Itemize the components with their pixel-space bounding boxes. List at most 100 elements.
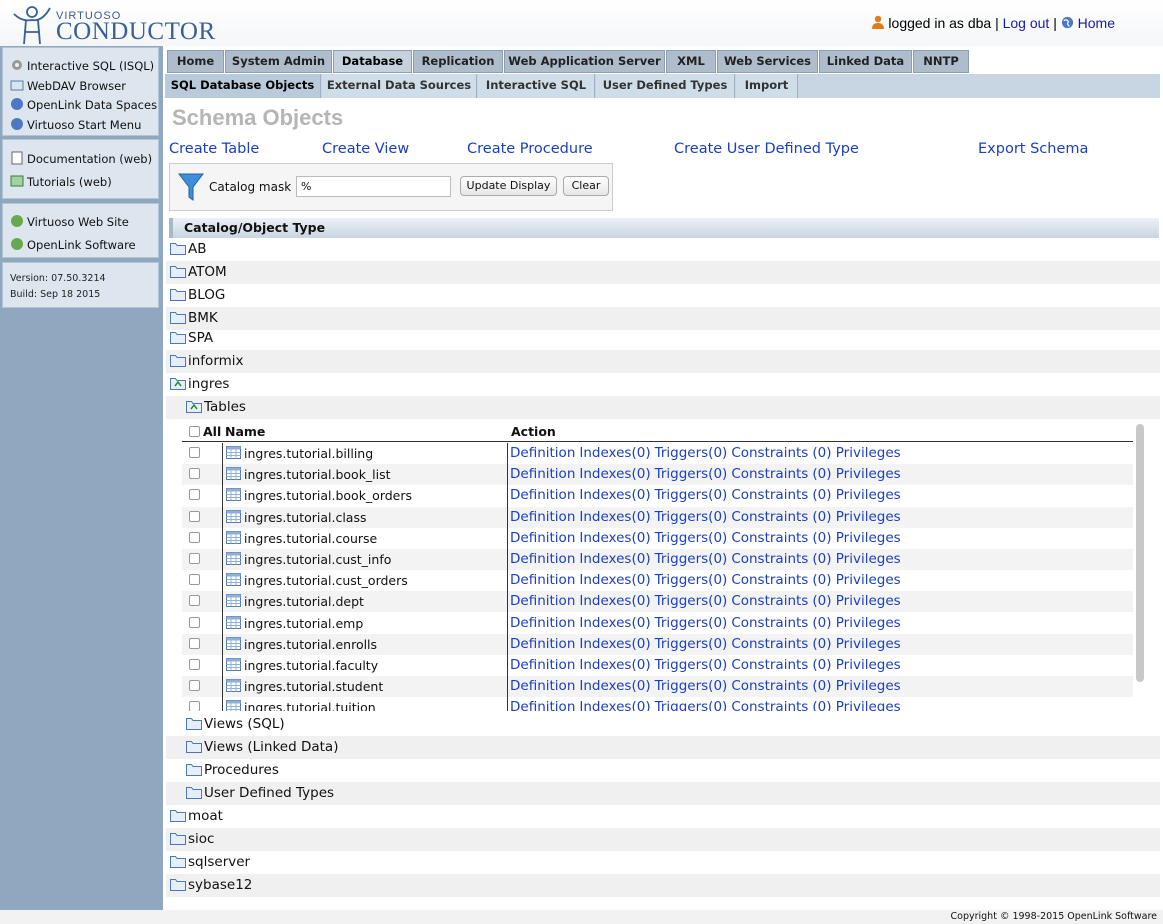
tab-database[interactable]: Database	[333, 50, 412, 73]
triggers-link[interactable]: Triggers(0)	[655, 657, 728, 673]
row-checkbox[interactable]	[189, 468, 200, 480]
virtuoso-logo[interactable]: VIRTUOSO CONDUCTOR	[8, 3, 215, 45]
constraints-link[interactable]: Constraints	[731, 657, 808, 673]
tree-node-informix[interactable]: informix	[166, 350, 1160, 373]
catalog-mask-input[interactable]: %	[296, 176, 451, 197]
triggers-link[interactable]: Triggers(0)	[655, 572, 728, 588]
tree-node-views-sql[interactable]: Views (SQL)	[166, 713, 1160, 736]
sidebar-item-data-spaces[interactable]: OpenLink Data Spaces	[10, 97, 157, 112]
triggers-link[interactable]: Triggers(0)	[655, 699, 728, 711]
tree-node-tables[interactable]: Tables	[166, 396, 1160, 419]
tree-node-moat[interactable]: moat	[166, 805, 1160, 828]
indexes-link[interactable]: Indexes(0)	[579, 593, 650, 609]
sidebar-item-tutorials[interactable]: Tutorials (web)	[10, 174, 112, 189]
row-checkbox[interactable]	[189, 531, 200, 543]
sidebar-item-openlink-site[interactable]: OpenLink Software	[10, 237, 136, 252]
tab-replication[interactable]: Replication	[413, 50, 503, 73]
row-checkbox[interactable]	[189, 659, 200, 670]
definition-link[interactable]: Definition	[510, 572, 575, 588]
constraints-link[interactable]: Constraints	[731, 445, 808, 461]
row-checkbox[interactable]	[189, 616, 200, 628]
constraints-link[interactable]: Constraints	[731, 509, 808, 525]
definition-link[interactable]: Definition	[510, 657, 575, 673]
definition-link[interactable]: Definition	[510, 466, 575, 482]
select-all-checkbox[interactable]	[189, 426, 200, 437]
privileges-link[interactable]: (0) Privileges	[812, 657, 900, 673]
constraints-link[interactable]: Constraints	[731, 487, 808, 503]
privileges-link[interactable]: (0) Privileges	[812, 466, 900, 482]
update-display-button[interactable]: Update Display	[460, 176, 557, 196]
triggers-link[interactable]: Triggers(0)	[655, 678, 728, 694]
constraints-link[interactable]: Constraints	[731, 551, 808, 567]
indexes-link[interactable]: Indexes(0)	[579, 678, 650, 694]
tree-node-ingres[interactable]: ingres	[166, 373, 1160, 396]
indexes-link[interactable]: Indexes(0)	[579, 699, 650, 711]
privileges-link[interactable]: (0) Privileges	[812, 530, 900, 546]
tab-home[interactable]: Home	[167, 50, 224, 73]
indexes-link[interactable]: Indexes(0)	[579, 487, 650, 503]
definition-link[interactable]: Definition	[510, 445, 575, 461]
privileges-link[interactable]: (0) Privileges	[812, 678, 900, 694]
triggers-link[interactable]: Triggers(0)	[655, 636, 728, 652]
triggers-link[interactable]: Triggers(0)	[655, 509, 728, 525]
subtab-import[interactable]: Import	[736, 74, 798, 98]
triggers-link[interactable]: Triggers(0)	[655, 487, 728, 503]
row-checkbox[interactable]	[189, 489, 200, 501]
export-schema-link[interactable]: Export Schema	[978, 141, 1088, 157]
tree-node-sqlserver[interactable]: sqlserver	[166, 851, 1160, 874]
indexes-link[interactable]: Indexes(0)	[579, 530, 650, 546]
sidebar-item-webdav[interactable]: WebDAV Browser	[10, 78, 126, 93]
create-view-link[interactable]: Create View	[322, 141, 409, 157]
tree-node-atom[interactable]: ATOM	[166, 261, 1160, 284]
sidebar-item-start-menu[interactable]: Virtuoso Start Menu	[10, 117, 141, 132]
definition-link[interactable]: Definition	[510, 678, 575, 694]
tab-nntp[interactable]: NNTP	[913, 50, 969, 73]
triggers-link[interactable]: Triggers(0)	[655, 615, 728, 631]
tab-web-application-server[interactable]: Web Application Server	[504, 50, 665, 73]
constraints-link[interactable]: Constraints	[731, 466, 808, 482]
subtab-interactive-sql[interactable]: Interactive SQL	[478, 74, 595, 98]
row-checkbox[interactable]	[189, 680, 200, 692]
triggers-link[interactable]: Triggers(0)	[655, 530, 728, 546]
definition-link[interactable]: Definition	[510, 487, 575, 503]
constraints-link[interactable]: Constraints	[731, 699, 808, 711]
definition-link[interactable]: Definition	[510, 509, 575, 525]
triggers-link[interactable]: Triggers(0)	[655, 445, 728, 461]
constraints-link[interactable]: Constraints	[731, 636, 808, 652]
privileges-link[interactable]: (0) Privileges	[812, 615, 900, 631]
triggers-link[interactable]: Triggers(0)	[655, 466, 728, 482]
constraints-link[interactable]: Constraints	[731, 572, 808, 588]
indexes-link[interactable]: Indexes(0)	[579, 509, 650, 525]
indexes-link[interactable]: Indexes(0)	[579, 657, 650, 673]
tree-node-procedures[interactable]: Procedures	[166, 759, 1160, 782]
tab-linked-data[interactable]: Linked Data	[819, 50, 912, 73]
row-checkbox[interactable]	[189, 574, 200, 586]
sidebar-item-isql[interactable]: Interactive SQL (ISQL)	[10, 58, 154, 73]
sidebar-item-virtuoso-site[interactable]: Virtuoso Web Site	[10, 214, 129, 229]
subtab-user-defined-types[interactable]: User Defined Types	[596, 74, 735, 98]
indexes-link[interactable]: Indexes(0)	[579, 445, 650, 461]
indexes-link[interactable]: Indexes(0)	[579, 636, 650, 652]
privileges-link[interactable]: (0) Privileges	[812, 487, 900, 503]
subtab-external-data-sources[interactable]: External Data Sources	[322, 74, 477, 98]
constraints-link[interactable]: Constraints	[731, 530, 808, 546]
tab-web-services[interactable]: Web Services	[717, 50, 818, 73]
indexes-link[interactable]: Indexes(0)	[579, 466, 650, 482]
row-checkbox[interactable]	[189, 637, 200, 649]
row-checkbox[interactable]	[189, 701, 200, 711]
definition-link[interactable]: Definition	[510, 636, 575, 652]
definition-link[interactable]: Definition	[510, 530, 575, 546]
definition-link[interactable]: Definition	[510, 593, 575, 609]
tab-system-admin[interactable]: System Admin	[225, 50, 332, 73]
tree-node-ab[interactable]: AB	[166, 238, 1160, 261]
tree-node-spa[interactable]: SPA	[166, 327, 1160, 350]
indexes-link[interactable]: Indexes(0)	[579, 551, 650, 567]
constraints-link[interactable]: Constraints	[731, 593, 808, 609]
row-checkbox[interactable]	[189, 595, 200, 607]
clear-button[interactable]: Clear	[563, 176, 609, 196]
tree-node-sybase12[interactable]: sybase12	[166, 874, 1160, 897]
privileges-link[interactable]: (0) Privileges	[812, 572, 900, 588]
privileges-link[interactable]: (0) Privileges	[812, 636, 900, 652]
tree-node-sioc[interactable]: sioc	[166, 828, 1160, 851]
sidebar-item-documentation[interactable]: Documentation (web)	[10, 151, 152, 166]
